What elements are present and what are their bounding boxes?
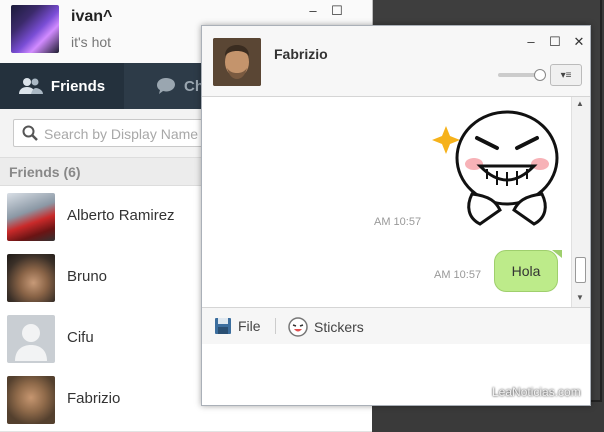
profile-status[interactable]: it's hot xyxy=(71,34,111,50)
chat-toolbar: File Stickers xyxy=(202,307,590,345)
toolbar-divider xyxy=(275,318,276,334)
profile-name[interactable]: ivan^ xyxy=(71,8,112,26)
scrollbar-thumb[interactable] xyxy=(575,257,586,283)
menu-icon: ▾≡ xyxy=(560,69,572,81)
chat-contact-avatar[interactable] xyxy=(213,38,261,86)
bubble-tail xyxy=(552,250,562,258)
tab-friends[interactable]: Friends xyxy=(0,63,124,109)
chat-window: Fabrizio ‒ ☐ ✕ ▾≡ AM 10:57 AM 10:57 Hola… xyxy=(201,25,591,406)
close-icon[interactable]: ✕ xyxy=(572,34,586,50)
friend-avatar xyxy=(7,193,55,241)
default-user-icon xyxy=(15,324,47,361)
chat-scrollbar[interactable]: ▲ ▼ xyxy=(571,97,590,307)
maximize-icon[interactable]: ☐ xyxy=(330,3,344,19)
chat-header: Fabrizio ‒ ☐ ✕ ▾≡ xyxy=(202,26,590,97)
message-time: AM 10:57 xyxy=(374,216,422,228)
friend-name: Alberto Ramirez xyxy=(67,207,175,224)
friend-avatar-default xyxy=(7,315,55,363)
chat-menu-button[interactable]: ▾≡ xyxy=(550,64,582,86)
minimize-icon[interactable]: ‒ xyxy=(524,34,538,50)
floppy-disk-icon xyxy=(215,318,231,334)
scroll-up-icon[interactable]: ▲ xyxy=(576,99,584,108)
friend-avatar xyxy=(7,254,55,302)
chat-contact-name: Fabrizio xyxy=(274,46,328,62)
maximize-icon[interactable]: ☐ xyxy=(548,34,562,50)
chat-window-controls: ‒ ☐ ✕ xyxy=(524,34,586,50)
file-button[interactable]: File xyxy=(214,317,261,335)
opacity-slider[interactable] xyxy=(498,69,546,81)
stickers-button[interactable]: Stickers xyxy=(288,317,364,337)
stickers-label: Stickers xyxy=(314,319,364,335)
profile-avatar[interactable] xyxy=(11,5,59,53)
message-time: AM 10:57 xyxy=(434,269,482,281)
friend-avatar xyxy=(7,376,55,424)
scroll-down-icon[interactable]: ▼ xyxy=(576,293,584,302)
friends-window-controls: ‒ ☐ xyxy=(306,3,344,19)
search-icon xyxy=(22,125,38,141)
friend-name: Fabrizio xyxy=(67,390,121,407)
watermark-text: LeaNoticias.com xyxy=(492,385,581,399)
minimize-icon[interactable]: ‒ xyxy=(306,3,320,19)
contact-photo xyxy=(213,38,261,86)
chat-bubble-icon xyxy=(157,78,175,94)
file-label: File xyxy=(238,318,261,334)
laughing-sticker xyxy=(432,110,559,226)
slider-knob[interactable] xyxy=(534,69,546,81)
friend-name: Bruno xyxy=(67,268,108,285)
friend-name: Cifu xyxy=(67,329,94,346)
sticker-face-icon xyxy=(288,317,308,337)
message-bubble-sent: Hola xyxy=(494,250,558,292)
friends-icon xyxy=(18,78,43,94)
tab-friends-label: Friends xyxy=(50,77,106,95)
